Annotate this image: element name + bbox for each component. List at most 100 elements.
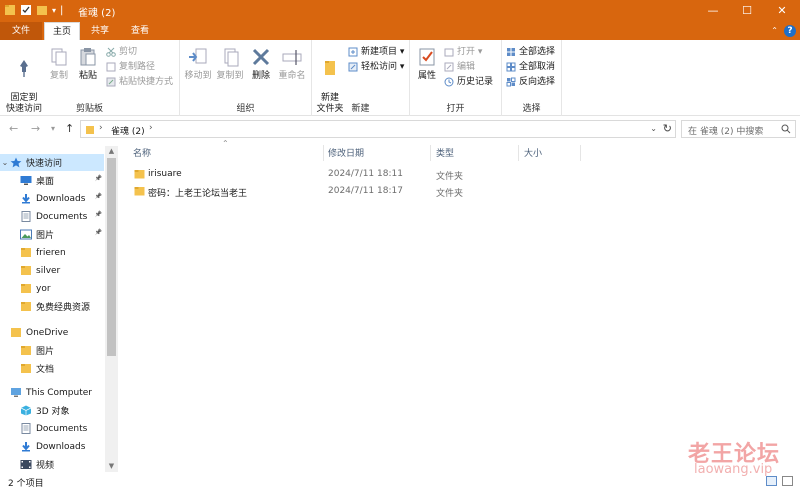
up-arrow-icon[interactable]: ↑: [65, 122, 74, 135]
properties-quick-icon[interactable]: [20, 3, 32, 17]
tab-share[interactable]: 共享: [82, 22, 118, 40]
nav-scrollbar[interactable]: ▲ ▼: [105, 146, 118, 472]
pinned-icon: 📌: [94, 175, 102, 182]
search-box[interactable]: 在 雀魂 (2) 中搜索: [681, 120, 796, 138]
select-none-button[interactable]: 全部取消: [506, 60, 555, 74]
nav-item-computer_items[interactable]: Downloads: [0, 438, 104, 455]
properties-icon: [419, 48, 435, 66]
invert-selection-button[interactable]: 反向选择: [506, 75, 555, 89]
forward-arrow-icon[interactable]: →: [31, 122, 40, 135]
nav-item-quick_items[interactable]: yor: [0, 280, 104, 297]
nav-item-quick_items[interactable]: 图片 📌: [0, 226, 104, 243]
column-modified[interactable]: 修改日期: [328, 147, 364, 161]
scroll-down-icon[interactable]: ▼: [105, 462, 118, 470]
breadcrumb-current[interactable]: 雀魂 (2): [111, 124, 145, 137]
move-to-button[interactable]: 移动到: [182, 46, 214, 82]
breadcrumb-chevron-icon[interactable]: ›: [99, 123, 103, 133]
address-dropdown-icon[interactable]: ⌄: [650, 124, 657, 133]
clipboard-group-label: 剪贴板: [75, 104, 103, 114]
nav-item-computer_items[interactable]: 视频: [0, 456, 104, 473]
open-group-label: 打开: [446, 104, 465, 114]
properties-button[interactable]: 属性: [414, 46, 440, 82]
edit-button[interactable]: 编辑: [444, 60, 475, 74]
column-divider[interactable]: [430, 145, 431, 161]
nav-item-computer_items[interactable]: Documents: [0, 420, 104, 437]
maximize-button[interactable]: ☐: [730, 0, 764, 22]
copy-path-button[interactable]: 复制路径: [106, 60, 155, 74]
nav-item-onedrive_items[interactable]: 文档: [0, 360, 104, 377]
nav-this-computer-label: This Computer: [26, 387, 92, 398]
nav-item-quick_items[interactable]: Downloads 📌: [0, 190, 104, 207]
help-icon[interactable]: ?: [784, 25, 796, 37]
video-icon: [20, 460, 32, 469]
collapse-chevron-icon[interactable]: ⌄: [0, 158, 10, 167]
easy-access-button[interactable]: 轻松访问 ▾: [348, 60, 404, 74]
paste-shortcut-icon: [106, 77, 116, 87]
nav-item-label: yor: [36, 283, 51, 294]
customize-toolbar-icon[interactable]: ▾: [52, 6, 56, 15]
nav-item-quick_items[interactable]: frieren: [0, 244, 104, 261]
column-divider[interactable]: [580, 145, 581, 161]
nav-item-quick_items[interactable]: 免费经典资源: [0, 298, 104, 315]
address-bar[interactable]: › 雀魂 (2) › ⌄ ↻: [80, 120, 676, 138]
column-divider[interactable]: [518, 145, 519, 161]
tab-view[interactable]: 查看: [122, 22, 158, 40]
history-button[interactable]: 历史记录: [444, 75, 493, 89]
nav-this-computer[interactable]: This Computer: [0, 384, 104, 401]
column-divider[interactable]: [323, 145, 324, 161]
cut-button[interactable]: 剪切: [106, 45, 137, 59]
scroll-up-icon[interactable]: ▲: [105, 147, 118, 155]
folder-icon: [21, 248, 31, 257]
nav-item-quick_items[interactable]: 桌面 📌: [0, 172, 104, 189]
onedrive-folder-icon: [11, 328, 21, 337]
paste-button[interactable]: 粘贴: [74, 46, 102, 82]
address-row: ← → ▾ ↑ › 雀魂 (2) › ⌄ ↻ 在 雀魂 (2) 中搜索: [0, 117, 800, 141]
file-row[interactable]: 密码：上老王论坛当老王 2024/7/11 18:17 文件夹: [130, 184, 590, 200]
nav-scrollbar-thumb[interactable]: [107, 158, 116, 356]
copy-button[interactable]: 复制: [46, 46, 72, 82]
tab-home[interactable]: 主页: [44, 22, 80, 40]
rename-icon: [282, 50, 302, 65]
column-size[interactable]: 大小: [524, 147, 542, 161]
nav-item-onedrive_items[interactable]: 图片: [0, 342, 104, 359]
tab-file[interactable]: 文件: [0, 22, 42, 40]
select-all-button[interactable]: 全部选择: [506, 45, 555, 59]
invert-selection-label: 反向选择: [519, 77, 556, 87]
paste-shortcut-label: 粘贴快捷方式: [119, 77, 174, 87]
rename-label: 重命名: [278, 71, 306, 81]
breadcrumb-chevron-icon-2[interactable]: ›: [149, 123, 153, 133]
refresh-icon[interactable]: ↻: [663, 122, 672, 135]
back-arrow-icon[interactable]: ←: [9, 122, 18, 135]
copy-label: 复制: [49, 71, 68, 81]
collapse-ribbon-icon[interactable]: ⌃: [771, 26, 778, 35]
nav-onedrive[interactable]: OneDrive: [0, 324, 104, 341]
open-button[interactable]: 打开 ▾: [444, 45, 482, 59]
edit-icon: [444, 62, 454, 72]
new-item-button[interactable]: 新建项目 ▾: [348, 45, 404, 59]
close-button[interactable]: ✕: [765, 0, 799, 22]
nav-item-label: 桌面: [36, 177, 55, 187]
quick-access-toolbar: ▾ |: [4, 3, 63, 17]
copy-to-button[interactable]: 复制到: [214, 46, 246, 82]
pinned-icon: 📌: [94, 229, 102, 236]
cut-label: 剪切: [119, 47, 138, 57]
easy-access-icon: [348, 62, 358, 72]
delete-button[interactable]: 删除: [250, 46, 272, 82]
recent-locations-icon[interactable]: ▾: [51, 124, 55, 133]
nav-item-label: Downloads: [36, 193, 86, 204]
nav-item-quick_items[interactable]: silver: [0, 262, 104, 279]
file-row[interactable]: irisuare 2024/7/11 18:11 文件夹: [130, 167, 590, 183]
nav-quick-access[interactable]: ⌄ 快速访问: [0, 154, 104, 171]
minimize-button[interactable]: —: [696, 0, 730, 22]
column-name[interactable]: 名称: [133, 147, 151, 161]
column-type[interactable]: 类型: [436, 147, 454, 161]
history-label: 历史记录: [457, 77, 494, 87]
new-folder-quick-icon[interactable]: [36, 3, 48, 17]
rename-button[interactable]: 重命名: [276, 46, 308, 82]
easy-access-label: 轻松访问 ▾: [361, 62, 405, 72]
nav-item-quick_items[interactable]: Documents 📌: [0, 208, 104, 225]
title-separator: |: [60, 4, 64, 16]
search-icon[interactable]: [781, 124, 791, 134]
nav-item-computer_items[interactable]: 3D 对象: [0, 402, 104, 419]
paste-shortcut-button[interactable]: 粘贴快捷方式: [106, 75, 173, 89]
